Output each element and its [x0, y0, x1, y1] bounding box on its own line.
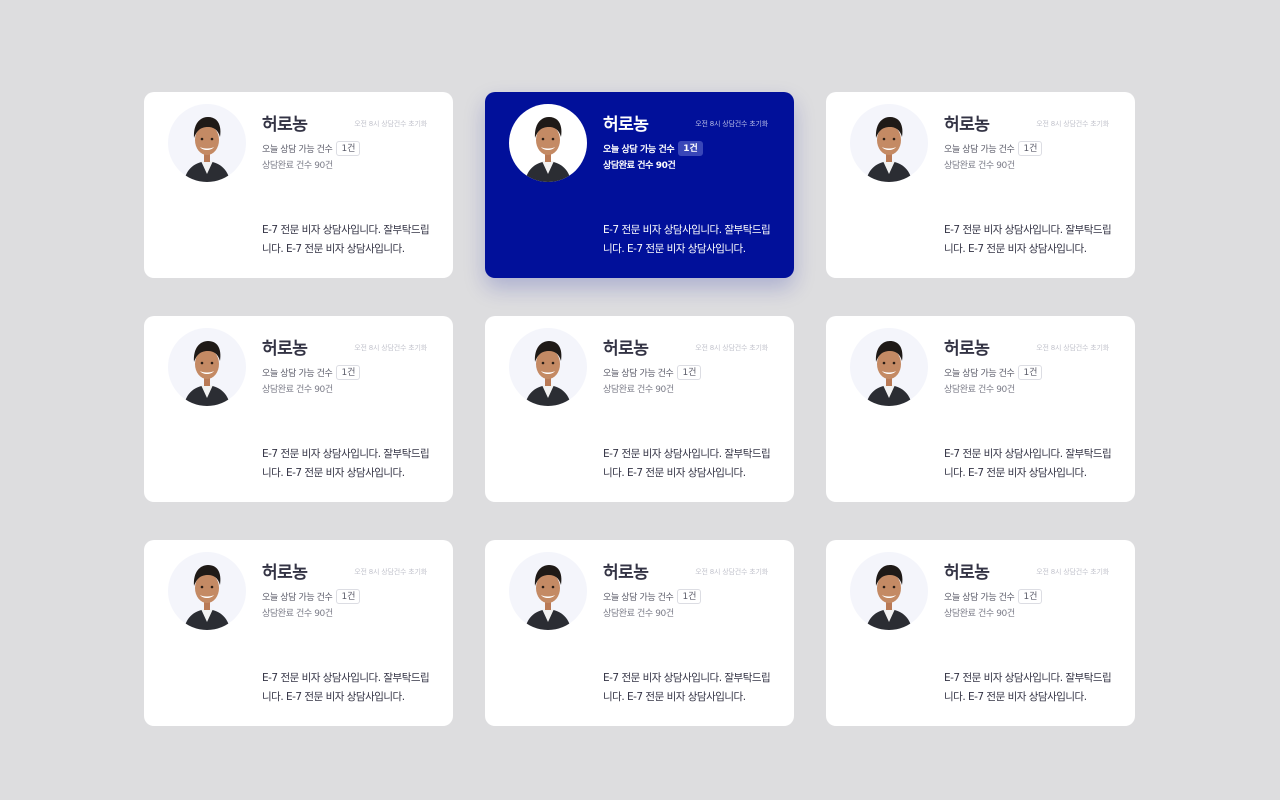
consultant-description: E-7 전문 비자 상담사입니다. 잘부탁드립니다. E-7 전문 비자 상담사…	[603, 224, 771, 255]
consultant-description: E-7 전문 비자 상담사입니다. 잘부탁드립니다. E-7 전문 비자 상담사…	[603, 448, 771, 479]
reset-time-note: 오전 8시 상담건수 초기화	[354, 344, 427, 352]
consultant-description: E-7 전문 비자 상담사입니다. 잘부탁드립니다. E-7 전문 비자 상담사…	[262, 448, 430, 479]
consultant-card[interactable]: 허로농 오전 8시 상담건수 초기화 오늘 상담 가능 건수 1건 상담완료 건…	[826, 92, 1135, 278]
consultant-card-grid: 허로농 오전 8시 상담건수 초기화 오늘 상담 가능 건수 1건 상담완료 건…	[144, 92, 1135, 726]
consultant-card[interactable]: 허로농 오전 8시 상담건수 초기화 오늘 상담 가능 건수 1건 상담완료 건…	[485, 540, 794, 726]
available-count-label: 오늘 상담 가능 건수	[944, 145, 1015, 155]
consultant-description: E-7 전문 비자 상담사입니다. 잘부탁드립니다. E-7 전문 비자 상담사…	[944, 672, 1112, 703]
consultant-card[interactable]: 허로농 오전 8시 상담건수 초기화 오늘 상담 가능 건수 1건 상담완료 건…	[826, 540, 1135, 726]
person-portrait-icon	[184, 565, 230, 630]
available-count-label: 오늘 상담 가능 건수	[262, 145, 333, 155]
available-count-badge: 1건	[678, 141, 703, 156]
available-count-badge: 1건	[336, 141, 361, 156]
available-count-row: 오늘 상담 가능 건수 1건	[603, 588, 702, 605]
available-count-label: 오늘 상담 가능 건수	[944, 369, 1015, 379]
available-count-row: 오늘 상담 가능 건수 1건	[944, 364, 1043, 381]
available-count-label: 오늘 상담 가능 건수	[944, 593, 1015, 603]
consultant-description: E-7 전문 비자 상담사입니다. 잘부탁드립니다. E-7 전문 비자 상담사…	[262, 672, 430, 703]
available-count-label: 오늘 상담 가능 건수	[262, 369, 333, 379]
consultant-name: 허로농	[603, 563, 649, 583]
completed-count: 상담완료 건수 90건	[262, 609, 333, 619]
available-count-badge: 1건	[336, 365, 361, 380]
consultant-name: 허로농	[262, 563, 308, 583]
consultant-avatar	[850, 328, 928, 406]
consultant-description: E-7 전문 비자 상담사입니다. 잘부탁드립니다. E-7 전문 비자 상담사…	[262, 224, 430, 255]
available-count-row: 오늘 상담 가능 건수 1건	[262, 140, 361, 157]
completed-count: 상담완료 건수 90건	[603, 161, 676, 171]
completed-count: 상담완료 건수 90건	[603, 609, 674, 619]
consultant-name: 허로농	[603, 115, 649, 135]
consultant-card[interactable]: 허로농 오전 8시 상담건수 초기화 오늘 상담 가능 건수 1건 상담완료 건…	[144, 540, 453, 726]
completed-count: 상담완료 건수 90건	[944, 161, 1015, 171]
available-count-row: 오늘 상담 가능 건수 1건	[262, 588, 361, 605]
available-count-badge: 1건	[677, 365, 702, 380]
consultant-avatar	[168, 552, 246, 630]
person-portrait-icon	[866, 565, 912, 630]
reset-time-note: 오전 8시 상담건수 초기화	[1036, 568, 1109, 576]
available-count-badge: 1건	[1018, 141, 1043, 156]
consultant-card[interactable]: 허로농 오전 8시 상담건수 초기화 오늘 상담 가능 건수 1건 상담완료 건…	[144, 92, 453, 278]
reset-time-note: 오전 8시 상담건수 초기화	[695, 120, 768, 128]
consultant-avatar	[509, 328, 587, 406]
consultant-description: E-7 전문 비자 상담사입니다. 잘부탁드립니다. E-7 전문 비자 상담사…	[944, 448, 1112, 479]
consultant-name: 허로농	[603, 339, 649, 359]
person-portrait-icon	[184, 341, 230, 406]
consultant-avatar	[168, 328, 246, 406]
available-count-badge: 1건	[1018, 589, 1043, 604]
consultant-description: E-7 전문 비자 상담사입니다. 잘부탁드립니다. E-7 전문 비자 상담사…	[944, 224, 1112, 255]
reset-time-note: 오전 8시 상담건수 초기화	[354, 568, 427, 576]
completed-count: 상담완료 건수 90건	[944, 385, 1015, 395]
person-portrait-icon	[525, 117, 571, 182]
reset-time-note: 오전 8시 상담건수 초기화	[695, 568, 768, 576]
consultant-avatar	[168, 104, 246, 182]
person-portrait-icon	[525, 565, 571, 630]
available-count-badge: 1건	[1018, 365, 1043, 380]
consultant-name: 허로농	[944, 339, 990, 359]
available-count-row: 오늘 상담 가능 건수 1건	[944, 588, 1043, 605]
consultant-avatar	[850, 104, 928, 182]
consultant-card[interactable]: 허로농 오전 8시 상담건수 초기화 오늘 상담 가능 건수 1건 상담완료 건…	[144, 316, 453, 502]
reset-time-note: 오전 8시 상담건수 초기화	[354, 120, 427, 128]
available-count-label: 오늘 상담 가능 건수	[603, 145, 675, 155]
available-count-label: 오늘 상담 가능 건수	[262, 593, 333, 603]
completed-count: 상담완료 건수 90건	[262, 161, 333, 171]
person-portrait-icon	[525, 341, 571, 406]
available-count-row: 오늘 상담 가능 건수 1건	[944, 140, 1043, 157]
available-count-label: 오늘 상담 가능 건수	[603, 369, 674, 379]
consultant-name: 허로농	[944, 115, 990, 135]
consultant-card[interactable]: 허로농 오전 8시 상담건수 초기화 오늘 상담 가능 건수 1건 상담완료 건…	[485, 316, 794, 502]
completed-count: 상담완료 건수 90건	[603, 385, 674, 395]
completed-count: 상담완료 건수 90건	[944, 609, 1015, 619]
consultant-card[interactable]: 허로농 오전 8시 상담건수 초기화 오늘 상담 가능 건수 1건 상담완료 건…	[826, 316, 1135, 502]
reset-time-note: 오전 8시 상담건수 초기화	[1036, 344, 1109, 352]
available-count-badge: 1건	[336, 589, 361, 604]
consultant-avatar	[850, 552, 928, 630]
consultant-description: E-7 전문 비자 상담사입니다. 잘부탁드립니다. E-7 전문 비자 상담사…	[603, 672, 771, 703]
available-count-row: 오늘 상담 가능 건수 1건	[603, 364, 702, 381]
consultant-name: 허로농	[262, 115, 308, 135]
consultant-avatar	[509, 552, 587, 630]
completed-count: 상담완료 건수 90건	[262, 385, 333, 395]
reset-time-note: 오전 8시 상담건수 초기화	[695, 344, 768, 352]
consultant-name: 허로농	[944, 563, 990, 583]
available-count-row: 오늘 상담 가능 건수 1건	[603, 140, 703, 157]
consultant-name: 허로농	[262, 339, 308, 359]
available-count-row: 오늘 상담 가능 건수 1건	[262, 364, 361, 381]
available-count-badge: 1건	[677, 589, 702, 604]
person-portrait-icon	[184, 117, 230, 182]
person-portrait-icon	[866, 341, 912, 406]
reset-time-note: 오전 8시 상담건수 초기화	[1036, 120, 1109, 128]
available-count-label: 오늘 상담 가능 건수	[603, 593, 674, 603]
person-portrait-icon	[866, 117, 912, 182]
consultant-avatar	[509, 104, 587, 182]
consultant-card[interactable]: 허로농 오전 8시 상담건수 초기화 오늘 상담 가능 건수 1건 상담완료 건…	[485, 92, 794, 278]
